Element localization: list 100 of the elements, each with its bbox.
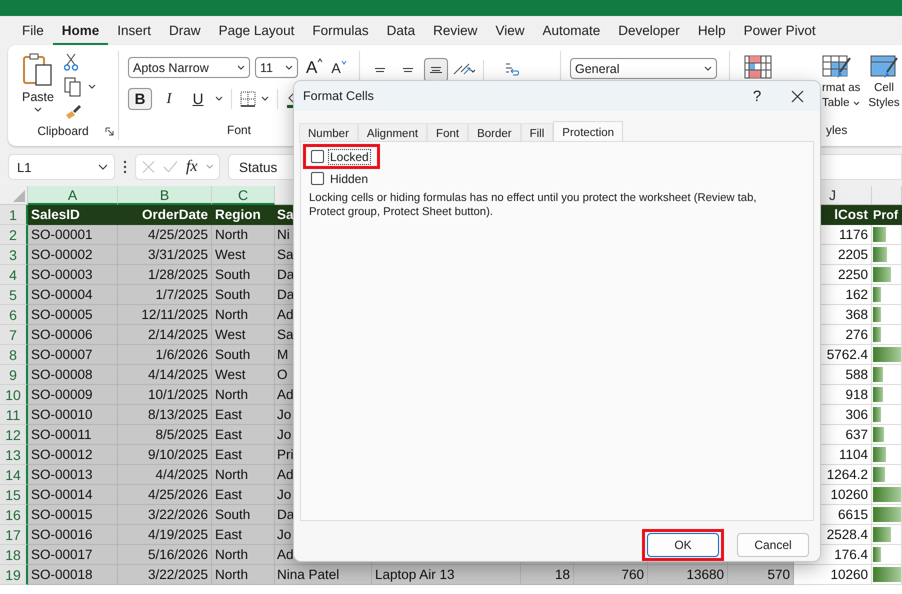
table-cell: Laptop Air 13 [372, 565, 521, 585]
format-as-table-button[interactable]: rmat as Table [822, 81, 860, 111]
column-header[interactable]: C [212, 186, 275, 205]
conditional-formatting-icon[interactable] [744, 55, 772, 79]
row-header[interactable]: 19 [0, 565, 28, 585]
table-cell: North [212, 225, 275, 245]
ribbon-tab[interactable]: Formulas [303, 18, 378, 46]
table-cell: 9/10/2025 [118, 445, 212, 465]
table-cell: 570 [728, 565, 794, 585]
brush-icon[interactable] [64, 103, 82, 121]
more-options-icon[interactable] [123, 160, 127, 174]
cell-styles-button[interactable]: Cell Styles [868, 81, 900, 111]
dialog-tab[interactable]: Protection [553, 121, 624, 143]
header-cell: SalesID [28, 205, 118, 225]
column-header[interactable]: B [118, 186, 212, 205]
row-header[interactable]: 17 [0, 525, 28, 545]
table-cell: East [212, 525, 275, 545]
table-cell: 13680 [648, 565, 728, 585]
row-header[interactable]: 8 [0, 345, 28, 365]
table-cell: East [212, 405, 275, 425]
dialog-tab[interactable]: Number [299, 123, 358, 143]
align-button[interactable] [424, 58, 448, 82]
table-cell: 4/4/2025 [118, 465, 212, 485]
table-cell: SO-00012 [28, 445, 118, 465]
grow-font-button[interactable]: A [306, 58, 324, 78]
table-cell: 4/19/2025 [118, 525, 212, 545]
table-cell: SO-00017 [28, 545, 118, 565]
row-header[interactable]: 4 [0, 265, 28, 285]
caret-icon[interactable] [261, 96, 269, 102]
table-cell: SO-00002 [28, 245, 118, 265]
table-cell: SO-00005 [28, 305, 118, 325]
check-icon[interactable] [163, 160, 178, 174]
dialog-button[interactable]: OK [647, 533, 719, 557]
caret-icon[interactable] [88, 84, 96, 90]
row-header[interactable]: 11 [0, 405, 28, 425]
column-header[interactable]: A [28, 186, 118, 205]
row-header[interactable]: 3 [0, 245, 28, 265]
row-header[interactable]: 18 [0, 545, 28, 565]
borders-icon[interactable] [240, 91, 256, 107]
dialog-tab[interactable]: Border [468, 123, 521, 143]
row-header[interactable]: 9 [0, 365, 28, 385]
checkbox[interactable] [311, 172, 324, 185]
insert-function-button[interactable]: fx [186, 158, 198, 176]
ribbon-tab[interactable]: Draw [160, 18, 210, 46]
ribbon-tab[interactable]: Page Layout [210, 18, 304, 46]
header-cell: Region [212, 205, 275, 225]
table-cell: East [212, 425, 275, 445]
bold-button[interactable]: B [128, 88, 152, 110]
ribbon-tab[interactable]: Power Pivot [734, 18, 825, 46]
dialog-launcher-icon[interactable] [105, 127, 114, 136]
table-cell: SO-00009 [28, 385, 118, 405]
name-box[interactable]: L1 [8, 154, 115, 180]
row-header[interactable]: 6 [0, 305, 28, 325]
row-header[interactable]: 10 [0, 385, 28, 405]
row-header[interactable]: 2 [0, 225, 28, 245]
table-cell: West [212, 245, 275, 265]
dialog-button[interactable]: Cancel [737, 533, 809, 557]
ribbon-tab[interactable]: Help [688, 18, 735, 46]
row-header[interactable]: 13 [0, 445, 28, 465]
table-cell: 4/25/2026 [118, 485, 212, 505]
row-header[interactable]: 14 [0, 465, 28, 485]
paste-button[interactable]: Paste [22, 51, 54, 121]
caret-icon[interactable] [215, 96, 223, 102]
ribbon-tab[interactable]: View [486, 18, 534, 46]
font-name-dropdown[interactable]: Aptos Narrow [128, 57, 250, 78]
checkbox[interactable] [311, 150, 324, 163]
table-cell: South [212, 345, 275, 365]
font-size-dropdown[interactable]: 11 [255, 57, 298, 78]
row-header[interactable]: 16 [0, 505, 28, 525]
ribbon-tab[interactable]: Automate [533, 18, 610, 46]
copy-icon[interactable] [64, 77, 82, 97]
row-header[interactable]: 15 [0, 485, 28, 505]
ribbon-tab[interactable]: Insert [108, 18, 160, 46]
table-cell: 1/7/2025 [118, 285, 212, 305]
table-cell: South [212, 265, 275, 285]
close-icon[interactable] [791, 90, 804, 102]
ribbon-tab[interactable]: Review [424, 18, 486, 46]
row-header[interactable]: 1 [0, 205, 28, 225]
cell-brush-icon[interactable] [870, 55, 898, 81]
number-format-dropdown[interactable]: General [570, 58, 717, 79]
shrink-font-button[interactable]: A [331, 60, 347, 76]
ribbon-tab[interactable]: File [13, 18, 53, 46]
row-header[interactable]: 5 [0, 285, 28, 305]
ribbon-tab[interactable]: Data [378, 18, 424, 46]
help-button[interactable]: ? [743, 88, 771, 104]
checkbox-label[interactable]: Locked [328, 148, 371, 164]
group-label: Font [226, 123, 251, 137]
dialog-tab[interactable]: Font [427, 123, 468, 143]
underline-button[interactable]: U [186, 88, 210, 110]
italic-button[interactable]: I [157, 88, 181, 110]
ribbon-tab[interactable]: Developer [609, 18, 689, 46]
table-brush-icon[interactable] [822, 55, 852, 81]
scissors-icon[interactable] [64, 53, 78, 71]
row-header[interactable]: 12 [0, 425, 28, 445]
checkbox-label[interactable]: Hidden [328, 170, 370, 186]
header-cell: OrderDate [118, 205, 212, 225]
row-header[interactable]: 7 [0, 325, 28, 345]
group-label: yles [826, 123, 848, 137]
table-cell: 10/1/2025 [118, 385, 212, 405]
table-cell: SO-00001 [28, 225, 118, 245]
